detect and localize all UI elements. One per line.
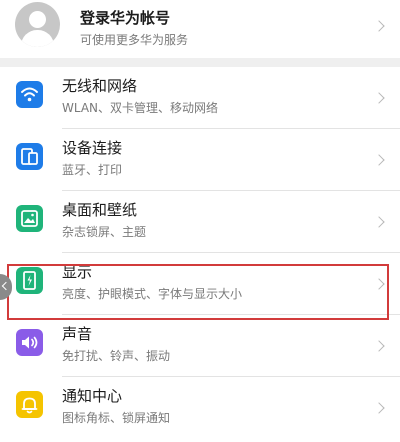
settings-item-sound[interactable]: 声音 免打扰、铃声、振动: [0, 315, 400, 377]
display-icon: [16, 267, 43, 294]
settings-item-device-connection[interactable]: 设备连接 蓝牙、打印: [0, 129, 400, 191]
settings-item-label: 通知中心: [62, 387, 123, 405]
section-divider: [0, 58, 400, 67]
settings-item-wallpaper[interactable]: 桌面和壁纸 杂志锁屏、主题: [0, 191, 400, 253]
settings-item-desc: WLAN、双卡管理、移动网络: [62, 101, 219, 115]
settings-item-display[interactable]: 显示 亮度、护眼模式、字体与显示大小: [0, 253, 400, 315]
settings-item-desc: 蓝牙、打印: [62, 163, 123, 177]
notification-icon: [16, 391, 43, 418]
device-connection-icon: [16, 143, 43, 170]
settings-item-label: 无线和网络: [62, 77, 138, 95]
settings-item-wireless[interactable]: 无线和网络 WLAN、双卡管理、移动网络: [0, 67, 400, 129]
chevron-right-icon: [373, 154, 385, 166]
chevron-right-icon: [373, 20, 385, 32]
settings-item-desc: 亮度、护眼模式、字体与显示大小: [62, 287, 243, 301]
account-subtitle: 可使用更多华为服务: [80, 33, 189, 47]
chevron-right-icon: [373, 92, 385, 104]
chevron-right-icon: [373, 216, 385, 228]
chevron-right-icon: [373, 340, 385, 352]
settings-item-label: 设备连接: [62, 139, 123, 157]
settings-item-label: 桌面和壁纸: [62, 201, 138, 219]
chevron-right-icon: [373, 402, 385, 414]
settings-item-desc: 图标角标、锁屏通知: [62, 411, 171, 425]
avatar: [15, 2, 60, 47]
sound-icon: [16, 329, 43, 356]
chevron-right-icon: [373, 278, 385, 290]
settings-item-desc: 杂志锁屏、主题: [62, 225, 147, 239]
wallpaper-icon: [16, 205, 43, 232]
settings-item-label: 显示: [62, 263, 93, 281]
settings-item-desc: 免打扰、铃声、振动: [62, 349, 171, 363]
settings-item-notifications[interactable]: 通知中心 图标角标、锁屏通知: [0, 377, 400, 439]
account-title: 登录华为帐号: [80, 9, 171, 27]
settings-screen: 登录华为帐号 可使用更多华为服务 无线和网络 WLAN、双卡管理、移动网络 设备…: [0, 0, 400, 442]
account-login-row[interactable]: 登录华为帐号 可使用更多华为服务: [0, 0, 400, 58]
wifi-icon: [16, 81, 43, 108]
settings-item-label: 声音: [62, 325, 93, 343]
